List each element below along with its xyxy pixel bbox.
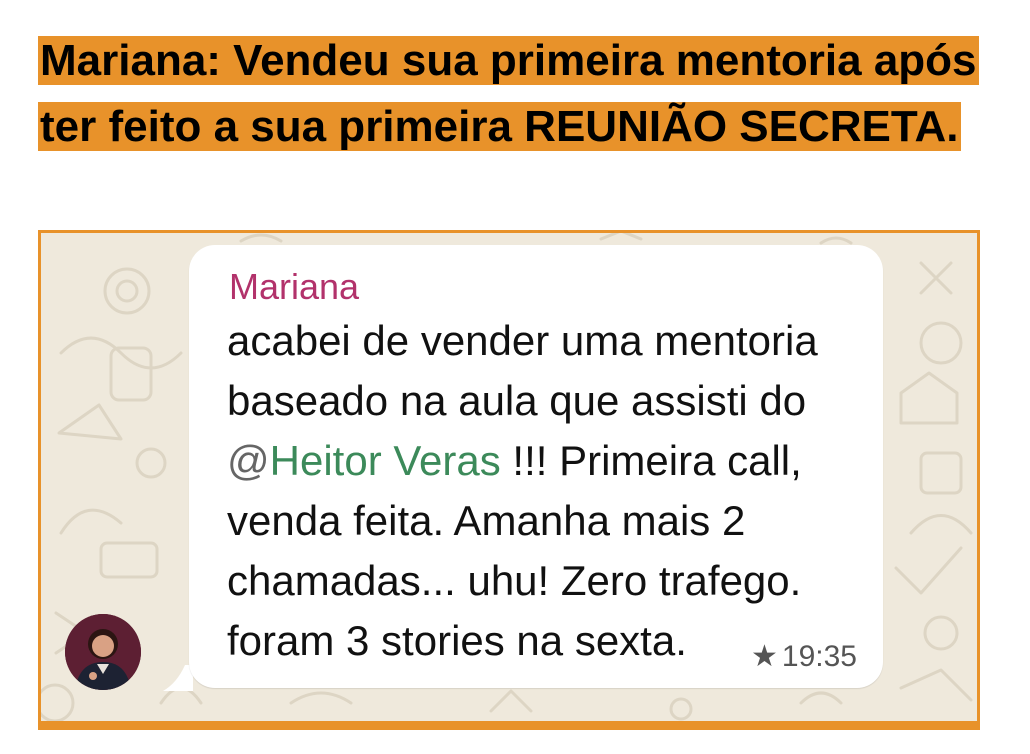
headline-text: Mariana: Vendeu sua primeira mentoria ap… — [38, 36, 979, 151]
avatar[interactable] — [65, 614, 141, 690]
bubble-tail — [163, 665, 193, 691]
message-meta: ★ 19:35 — [751, 639, 857, 674]
headline: Mariana: Vendeu sua primeira mentoria ap… — [38, 28, 979, 160]
avatar-icon — [65, 614, 141, 690]
sender-name[interactable]: Mariana — [229, 265, 359, 309]
message-text: acabei de vender uma mentoria baseado na… — [227, 311, 867, 671]
mention-link[interactable]: Heitor Veras — [270, 437, 501, 484]
message-bubble[interactable]: Mariana acabei de vender uma mentoria ba… — [189, 245, 883, 688]
chat-screenshot: Mariana acabei de vender uma mentoria ba… — [38, 230, 980, 730]
star-icon: ★ — [751, 639, 778, 674]
message-time: 19:35 — [781, 639, 857, 673]
mention-at-sign: @ — [227, 437, 270, 484]
message-text-before: acabei de vender uma mentoria baseado na… — [227, 317, 818, 424]
